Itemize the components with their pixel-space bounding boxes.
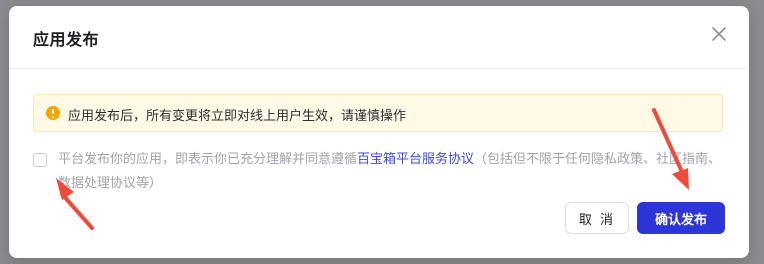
dialog-header: 应用发布 <box>9 6 749 69</box>
cancel-button[interactable]: 取 消 <box>565 202 629 234</box>
dialog-title: 应用发布 <box>33 30 100 49</box>
agreement-text-before: 平台发布你的应用，即表示你已充分理解并同意遵循 <box>58 152 358 167</box>
confirm-publish-button[interactable]: 确认发布 <box>637 202 725 234</box>
service-agreement-link[interactable]: 百宝箱平台服务协议 <box>357 152 474 167</box>
publish-dialog: 应用发布 应用发布后，所有变更将立即对线上用户生效，请谨慎操作 平台发布你的应用… <box>9 6 749 258</box>
agreement-checkbox[interactable] <box>33 153 47 167</box>
close-icon[interactable] <box>709 24 729 44</box>
notice-text: 应用发布后，所有变更将立即对线上用户生效，请谨慎操作 <box>68 109 407 124</box>
warning-icon <box>46 106 60 120</box>
agreement-text: 平台发布你的应用，即表示你已充分理解并同意遵循百宝箱平台服务协议（包括但不限于任… <box>58 148 723 196</box>
agreement-row: 平台发布你的应用，即表示你已充分理解并同意遵循百宝箱平台服务协议（包括但不限于任… <box>33 152 723 196</box>
warning-notice: 应用发布后，所有变更将立即对线上用户生效，请谨慎操作 <box>33 94 723 132</box>
